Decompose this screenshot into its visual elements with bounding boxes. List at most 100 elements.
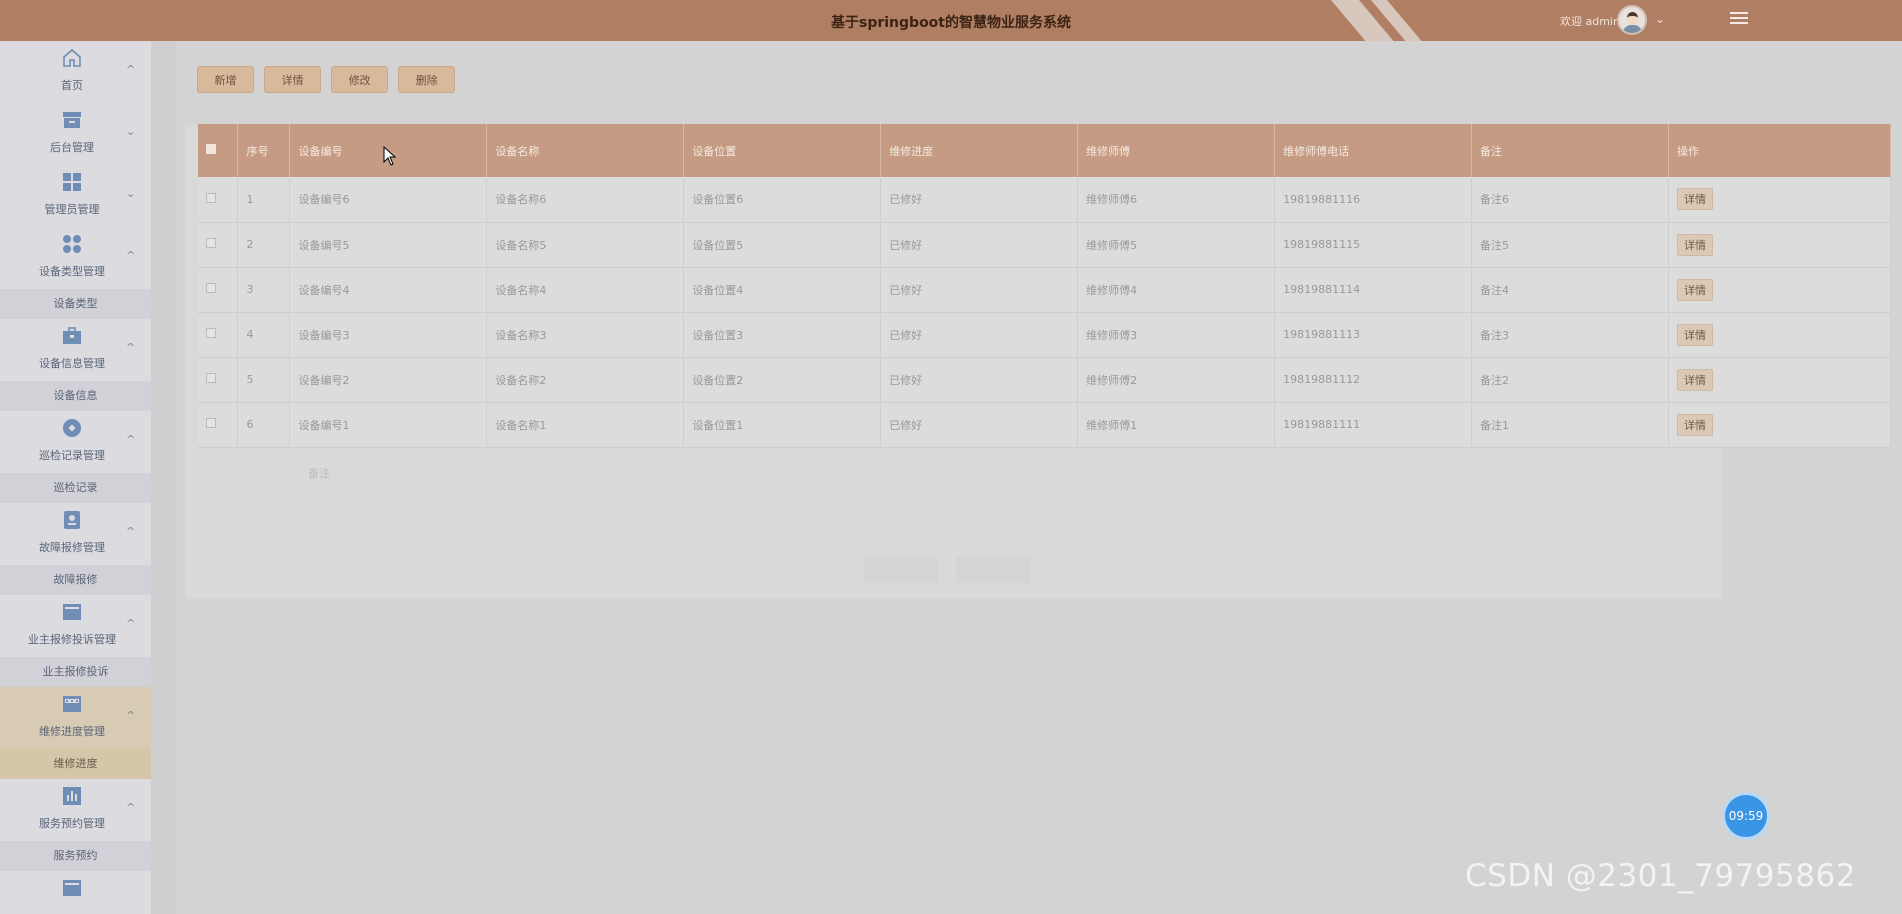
row-checkbox[interactable] bbox=[206, 238, 216, 248]
submenu-device-type[interactable]: 设备类型 bbox=[0, 289, 151, 319]
row-select-cell[interactable] bbox=[198, 267, 239, 313]
col-device-location[interactable]: 设备位置 bbox=[683, 124, 882, 177]
table-row[interactable]: 4 设备编号3 设备名称3 设备位置3 已修好 维修师傅3 19819881113 备注3 详情 bbox=[198, 312, 1892, 358]
row-checkbox[interactable] bbox=[206, 192, 216, 203]
sidebar-item-label: 服务预约管理 bbox=[39, 817, 105, 830]
table-cell: 设备编号2 bbox=[289, 357, 488, 403]
sidebar-item-label: 首页 bbox=[61, 79, 83, 92]
sidebar-item-more[interactable] bbox=[0, 871, 151, 914]
row-detail-button[interactable]: 详情 bbox=[1676, 188, 1713, 211]
row-checkbox[interactable] bbox=[206, 283, 216, 293]
ghost-note-label: 备注 bbox=[308, 467, 330, 480]
select-all-cell[interactable] bbox=[198, 124, 239, 177]
sidebar-item-admin[interactable]: 管理员管理 ⌄ bbox=[0, 165, 151, 227]
sidebar-item-fault-report[interactable]: 故障报修管理 ^ bbox=[0, 503, 151, 565]
col-technician-phone[interactable]: 维修师傅电话 bbox=[1274, 124, 1473, 177]
submenu-owner-complaint[interactable]: 业主报修投诉 bbox=[0, 657, 151, 687]
detail-button[interactable]: 详情 bbox=[264, 66, 322, 93]
table-row[interactable]: 6 设备编号1 设备名称1 设备位置1 已修好 维修师傅1 19819881111 备注1 详情 bbox=[198, 402, 1892, 448]
sidebar-item-label: 业主报修投诉管理 bbox=[28, 633, 116, 646]
col-technician[interactable]: 维修师傅 bbox=[1077, 124, 1276, 177]
table-cell: 19819881111 bbox=[1274, 402, 1473, 448]
submenu-repair-progress[interactable]: 维修进度 bbox=[0, 749, 151, 779]
table-cell: 设备名称6 bbox=[486, 177, 685, 223]
table-cell: 维修师傅4 bbox=[1077, 267, 1276, 313]
chevron-up-icon: ^ bbox=[126, 617, 136, 630]
sidebar-item-service-booking[interactable]: 服务预约管理 ^ bbox=[0, 779, 151, 841]
table-cell: 维修师傅1 bbox=[1077, 402, 1276, 448]
submenu-inspection[interactable]: 巡检记录 bbox=[0, 473, 151, 503]
table-cell: 维修师傅2 bbox=[1077, 357, 1276, 403]
chevron-down-icon[interactable]: ⌄ bbox=[1655, 12, 1665, 26]
submenu-device-info[interactable]: 设备信息 bbox=[0, 381, 151, 411]
sidebar-item-label: 设备信息管理 bbox=[39, 357, 105, 370]
table-cell: 已修好 bbox=[880, 312, 1079, 358]
sidebar-item-owner-complaint[interactable]: 业主报修投诉管理 ^ bbox=[0, 595, 151, 657]
chevron-up-icon: ^ bbox=[126, 709, 136, 722]
sidebar-item-inspection[interactable]: 巡检记录管理 ^ bbox=[0, 411, 151, 473]
chevron-up-icon: ^ bbox=[126, 801, 136, 814]
row-detail-button[interactable]: 详情 bbox=[1676, 278, 1713, 301]
chevron-down-icon: ⌄ bbox=[126, 125, 136, 138]
store-icon bbox=[63, 696, 81, 712]
table-cell: 设备位置4 bbox=[683, 267, 882, 313]
table-header-row: 序号 设备编号 设备名称 设备位置 维修进度 维修师傅 维修师傅电话 备注 操作 bbox=[198, 124, 1892, 177]
row-detail-button[interactable]: 详情 bbox=[1676, 233, 1713, 256]
table-cell: 设备位置3 bbox=[683, 312, 882, 358]
row-checkbox[interactable] bbox=[206, 418, 216, 428]
table-cell: 设备名称1 bbox=[486, 402, 685, 448]
hamburger-menu-icon[interactable] bbox=[1730, 9, 1748, 27]
row-select-cell[interactable] bbox=[198, 222, 239, 268]
col-repair-progress[interactable]: 维修进度 bbox=[880, 124, 1079, 177]
row-select-cell[interactable] bbox=[198, 312, 239, 358]
table-cell: 备注2 bbox=[1471, 357, 1669, 403]
chevron-up-icon: ^ bbox=[126, 341, 136, 354]
sidebar-item-device-info[interactable]: 设备信息管理 ^ bbox=[0, 319, 151, 381]
sidebar-item-label: 维修进度管理 bbox=[39, 725, 105, 738]
row-action-cell: 详情 bbox=[1668, 357, 1892, 403]
row-select-cell[interactable] bbox=[198, 357, 239, 403]
table-row[interactable]: 1 设备编号6 设备名称6 设备位置6 已修好 维修师傅6 19819881116 备注6 详情 bbox=[198, 177, 1892, 223]
row-select-cell[interactable] bbox=[198, 402, 239, 448]
submenu-service-booking[interactable]: 服务预约 bbox=[0, 841, 151, 871]
sidebar-item-repair-progress[interactable]: 维修进度管理 ^ bbox=[0, 687, 151, 749]
col-device-name[interactable]: 设备名称 bbox=[486, 124, 685, 177]
clock-badge[interactable]: 09:59 bbox=[1722, 792, 1770, 840]
row-detail-button[interactable]: 详情 bbox=[1676, 413, 1713, 436]
table-row[interactable]: 2 设备编号5 设备名称5 设备位置5 已修好 维修师傅5 19819881115 备注5 详情 bbox=[198, 222, 1892, 268]
table-cell: 设备位置2 bbox=[683, 357, 882, 403]
diamond-circle-icon bbox=[63, 419, 81, 437]
row-select-cell[interactable] bbox=[198, 177, 239, 223]
edit-button[interactable]: 修改 bbox=[331, 66, 389, 93]
table-cell: 维修师傅5 bbox=[1077, 222, 1276, 268]
avatar[interactable] bbox=[1617, 5, 1647, 35]
col-note[interactable]: 备注 bbox=[1471, 124, 1669, 177]
table-row[interactable]: 3 设备编号4 设备名称4 设备位置4 已修好 维修师傅4 19819881114 备注4 详情 bbox=[198, 267, 1892, 313]
table-cell: 6 bbox=[237, 402, 291, 448]
submenu-fault-report[interactable]: 故障报修 bbox=[0, 565, 151, 595]
sidebar-item-device-type[interactable]: 设备类型管理 ^ bbox=[0, 227, 151, 289]
ghost-submit-button bbox=[956, 557, 1030, 583]
table-row[interactable]: 5 设备编号2 设备名称2 设备位置2 已修好 维修师傅2 19819881112 备注2 详情 bbox=[198, 357, 1892, 403]
col-index[interactable]: 序号 bbox=[237, 124, 291, 177]
table-cell: 19819881115 bbox=[1274, 222, 1473, 268]
select-all-checkbox[interactable] bbox=[206, 144, 216, 154]
row-detail-button[interactable]: 详情 bbox=[1676, 368, 1713, 391]
row-checkbox[interactable] bbox=[206, 373, 216, 383]
row-detail-button[interactable]: 详情 bbox=[1676, 323, 1713, 346]
table-cell: 19819881114 bbox=[1274, 267, 1473, 313]
table-cell: 维修师傅6 bbox=[1077, 177, 1276, 223]
table-cell: 备注5 bbox=[1471, 222, 1669, 268]
table-cell: 设备名称3 bbox=[486, 312, 685, 358]
row-action-cell: 详情 bbox=[1668, 312, 1892, 358]
data-table: 序号 设备编号 设备名称 设备位置 维修进度 维修师傅 维修师傅电话 备注 操作… bbox=[198, 124, 1892, 448]
sidebar-item-backend[interactable]: 后台管理 ⌄ bbox=[0, 103, 151, 165]
watermark: CSDN @2301_79795862 bbox=[1465, 858, 1856, 894]
row-checkbox[interactable] bbox=[206, 328, 216, 338]
sidebar-item-home[interactable]: 首页 ^ bbox=[0, 41, 151, 103]
delete-button[interactable]: 删除 bbox=[398, 66, 456, 93]
chevron-down-icon: ⌄ bbox=[126, 187, 136, 200]
add-button[interactable]: 新增 bbox=[197, 66, 254, 93]
top-bar: 基于springboot的智慧物业服务系统 欢迎 admin ⌄ bbox=[0, 0, 1902, 41]
sidebar-item-label: 巡检记录管理 bbox=[39, 449, 105, 462]
